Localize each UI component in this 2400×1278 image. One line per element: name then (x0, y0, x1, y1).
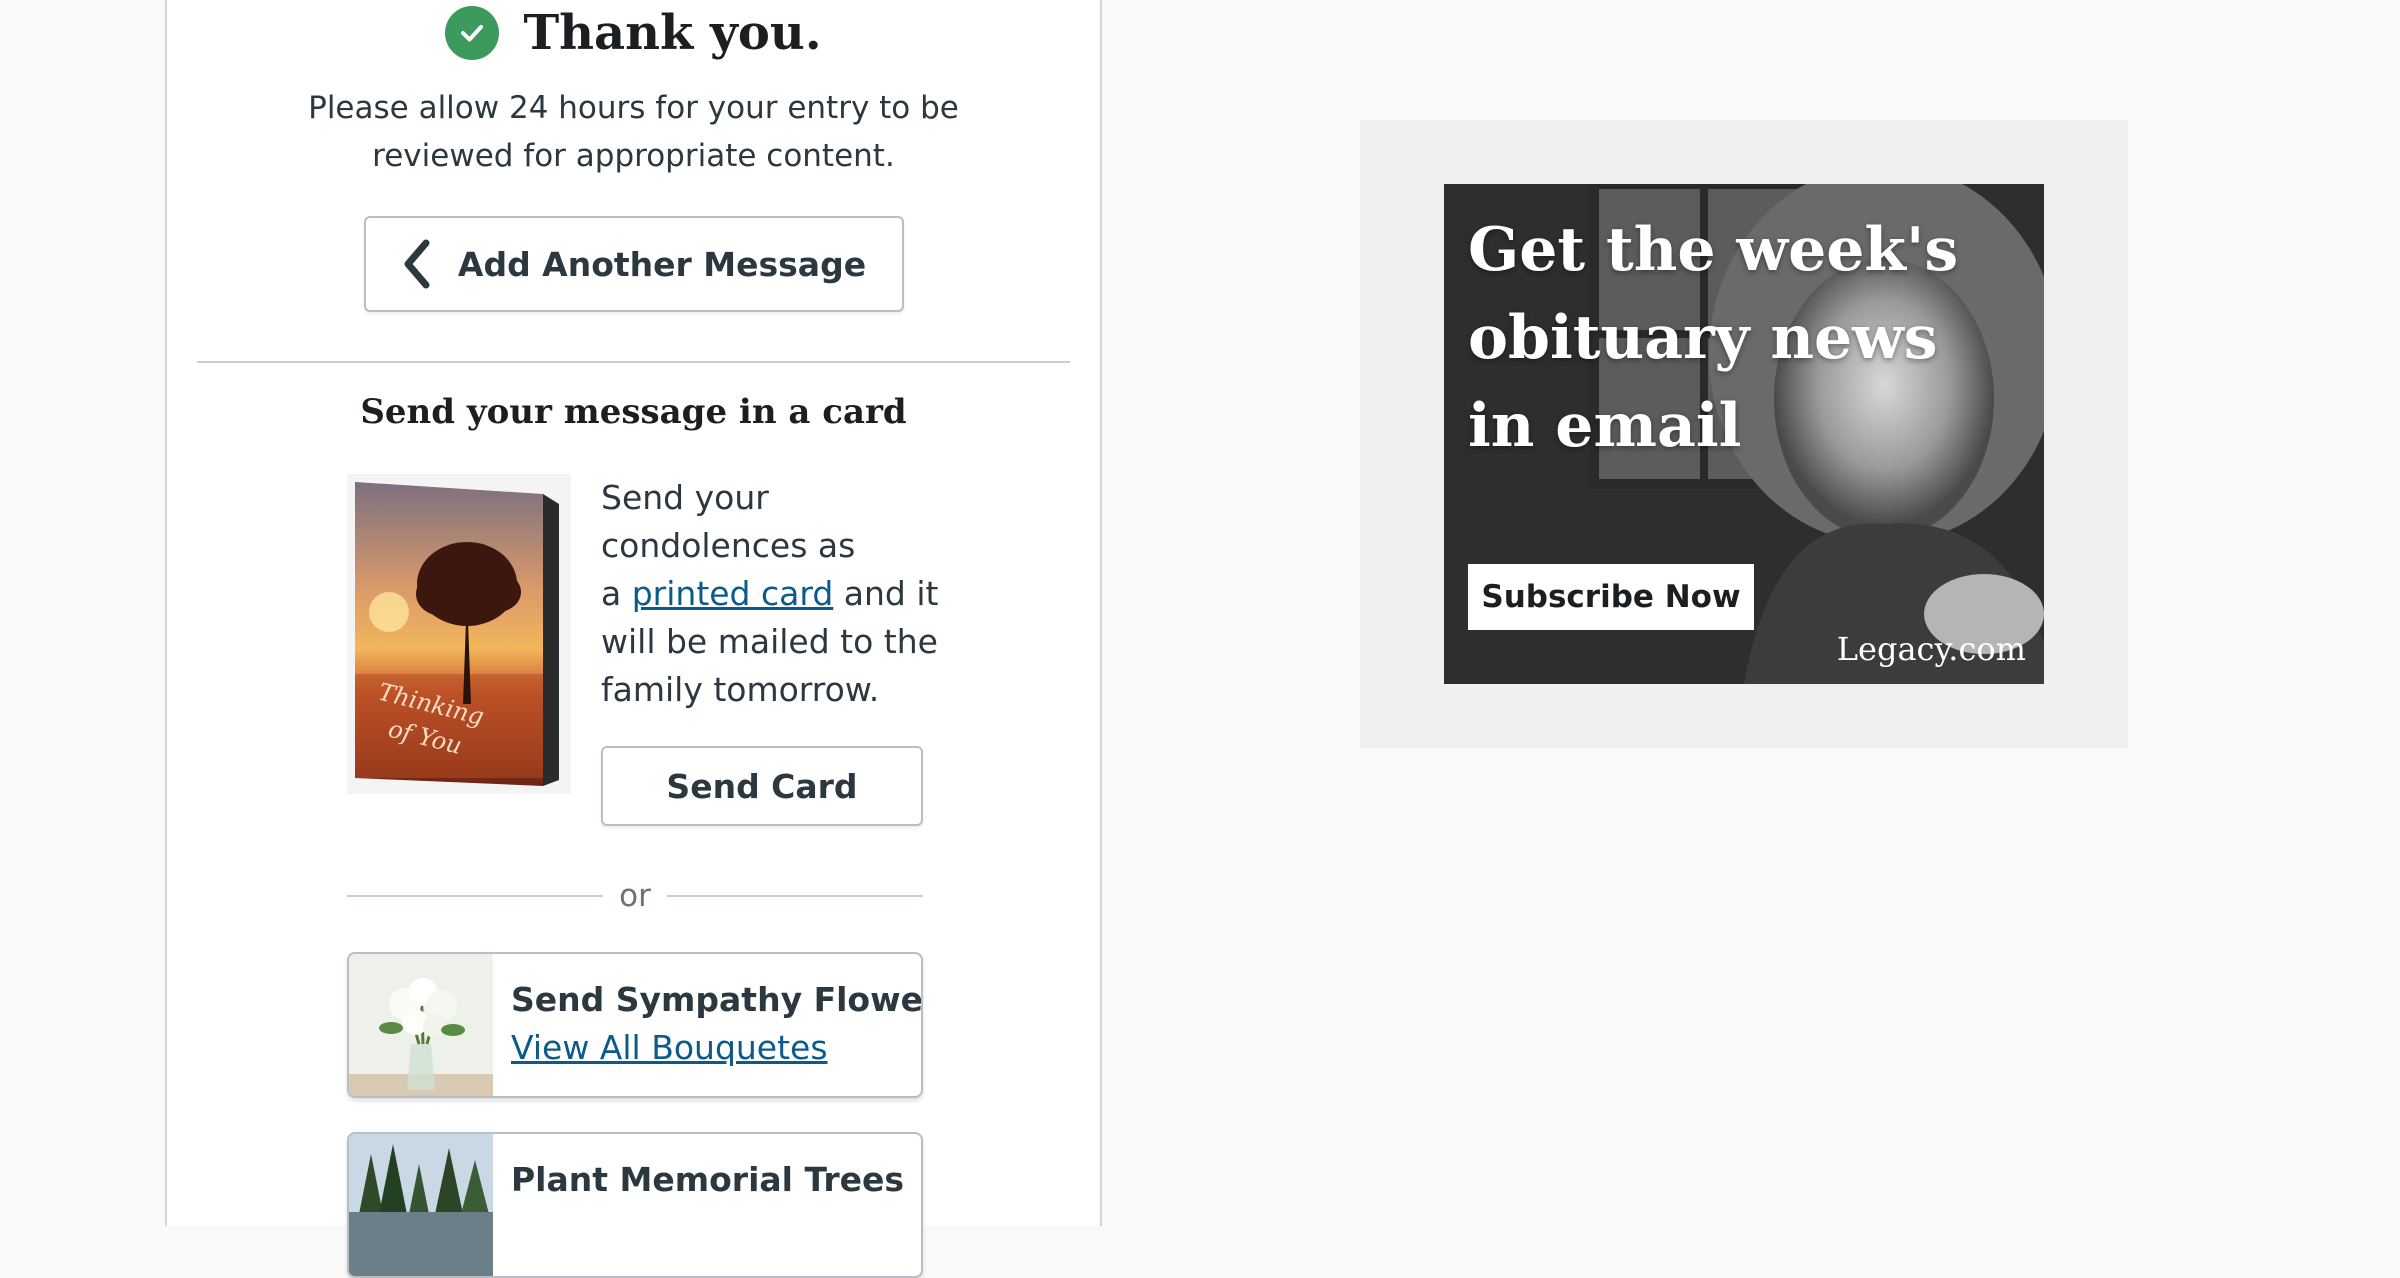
subscribe-now-button[interactable]: Subscribe Now (1468, 564, 1754, 630)
tile-title: Plant Memorial Trees (511, 1160, 905, 1199)
newsletter-ad[interactable]: Get the week's obituary news in email Su… (1444, 184, 2044, 684)
or-label: or (619, 878, 651, 914)
card-description-fragment: a (601, 574, 632, 613)
ad-headline: Get the week's obituary news in email (1468, 206, 2028, 470)
separator-line (347, 895, 604, 897)
card-description: Send your condolences as a printed card … (601, 474, 941, 714)
trees-thumbnail (349, 1134, 493, 1276)
section-divider (197, 361, 1070, 363)
tile-title: Send Sympathy Flowers (511, 980, 923, 1019)
legacy-logo: Legacy.com (1836, 630, 2026, 668)
review-note: Please allow 24 hours for your entry to … (167, 84, 1100, 180)
card-description-line: a printed card and it (601, 570, 941, 618)
review-note-line: reviewed for appropriate content. (372, 138, 895, 174)
ad-headline-line: in email (1468, 391, 1742, 461)
card-description-line: will be mailed to the (601, 622, 938, 661)
card-section-heading: Send your message in a card (360, 392, 907, 432)
check-circle-icon (445, 6, 500, 60)
sympathy-card-image[interactable]: Thinking of You (347, 474, 571, 794)
card-description-fragment: and it (833, 574, 939, 613)
add-another-message-label: Add Another Message (457, 244, 867, 284)
send-card-button[interactable]: Send Card (601, 746, 923, 826)
review-note-line: Please allow 24 hours for your entry to … (308, 90, 959, 126)
guestbook-panel: Thank you. Please allow 24 hours for you… (165, 0, 1102, 1278)
chevron-left-icon (402, 239, 432, 289)
ad-container: Get the week's obituary news in email Su… (1360, 120, 2128, 748)
flowers-thumbnail (349, 954, 493, 1096)
confirmation-header: Thank you. (167, 0, 1100, 66)
card-description-line: condolences as (601, 526, 856, 565)
view-all-bouquets-link[interactable]: View All Bouquetes (511, 1028, 828, 1067)
card-description-line: Send your (601, 478, 769, 517)
card-description-line: family tomorrow. (601, 670, 880, 709)
sympathy-flowers-tile[interactable]: Send Sympathy Flowers View All Bouquetes (347, 952, 923, 1098)
ad-headline-line: obituary news (1468, 303, 1938, 373)
ad-headline-line: Get the week's (1468, 215, 1959, 285)
printed-card-link[interactable]: printed card (632, 574, 834, 613)
memorial-trees-tile[interactable]: Plant Memorial Trees (347, 1132, 923, 1278)
separator-line (666, 895, 923, 897)
add-another-message-button[interactable]: Add Another Message (364, 216, 904, 312)
or-separator: or (347, 874, 923, 918)
confirmation-title: Thank you. (523, 5, 822, 61)
